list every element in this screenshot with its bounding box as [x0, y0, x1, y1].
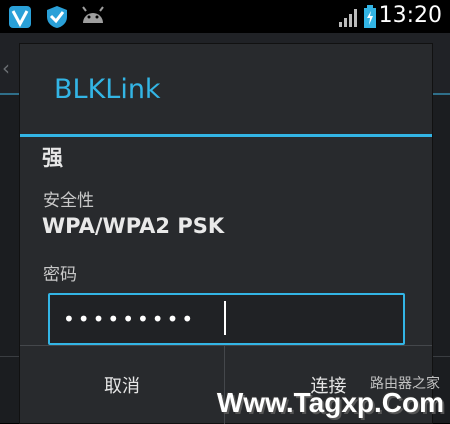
security-value: WPA/WPA2 PSK: [42, 214, 225, 238]
status-time: 13:20: [378, 3, 442, 28]
dialog-title: BLKLink: [54, 74, 161, 105]
title-divider: [20, 134, 432, 137]
cancel-button[interactable]: 取消: [20, 346, 224, 424]
password-input[interactable]: •••••••••: [48, 293, 405, 345]
text-cursor: [224, 301, 226, 335]
signal-icon: [338, 6, 360, 32]
back-chevron-icon: ‹: [2, 56, 10, 80]
android-icon: [80, 5, 106, 31]
shield-check-icon: [45, 5, 69, 33]
status-bar: 13:20: [0, 0, 450, 33]
cancel-button-label: 取消: [104, 376, 140, 397]
wifi-connect-dialog: BLKLink 强 安全性 WPA/WPA2 PSK 密码 ••••••••• …: [20, 44, 432, 424]
security-label: 安全性: [43, 191, 94, 211]
password-value: •••••••••: [63, 307, 197, 331]
watermark: Www.Tagxp.Com: [216, 387, 444, 418]
shield-icon: [8, 5, 32, 33]
battery-charging-icon: [363, 5, 377, 33]
signal-strength: 强: [42, 146, 63, 170]
password-label: 密码: [43, 265, 77, 285]
